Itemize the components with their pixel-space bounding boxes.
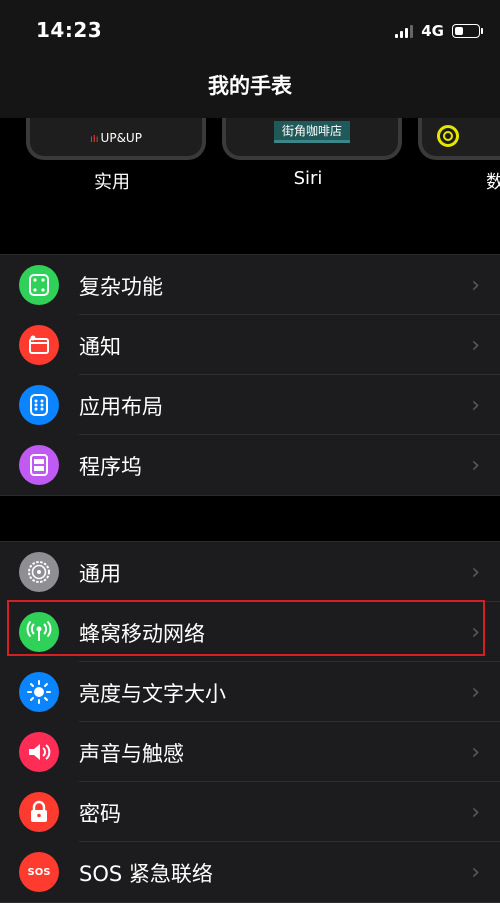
settings-row-sound[interactable]: 声音与触感 › xyxy=(0,722,500,782)
settings-group-watch: 复杂功能 › 通知 › 应用布局 › 程序坞 › xyxy=(0,254,500,496)
signal-icon xyxy=(395,24,414,38)
network-type: 4G xyxy=(421,22,444,40)
status-time: 14:23 xyxy=(36,18,103,42)
row-label: 亮度与文字大小 xyxy=(79,682,226,706)
sos-icon: SOS xyxy=(19,852,59,892)
cellular-icon xyxy=(19,612,59,652)
page-title: 我的手表 xyxy=(208,74,292,98)
chevron-right-icon: › xyxy=(471,393,480,418)
activity-ring-icon xyxy=(437,125,459,147)
row-label: 密码 xyxy=(79,802,121,826)
row-label: 通知 xyxy=(79,335,121,359)
settings-row-app-layout[interactable]: 应用布局 › xyxy=(0,375,500,435)
face-content: 街角咖啡店 xyxy=(273,121,350,143)
row-label: 声音与触感 xyxy=(79,742,184,766)
gear-icon xyxy=(19,552,59,592)
watch-face-siri[interactable]: 街角咖啡店 xyxy=(222,118,402,160)
dock-icon xyxy=(19,445,59,485)
row-label: 复杂功能 xyxy=(79,275,163,299)
chevron-right-icon: › xyxy=(471,620,480,645)
chevron-right-icon: › xyxy=(471,453,480,478)
settings-row-sos[interactable]: SOS SOS 紧急联络 › xyxy=(0,842,500,902)
chevron-right-icon: › xyxy=(471,680,480,705)
lock-icon xyxy=(19,792,59,832)
row-label: 通用 xyxy=(79,562,121,586)
settings-row-dock[interactable]: 程序坞 › xyxy=(0,435,500,495)
watch-face-label: 数 xyxy=(486,172,500,193)
watch-face-label: Siri xyxy=(293,168,323,189)
watch-face-label: 实用 xyxy=(94,172,130,193)
activity-bars-icon: ıIı xyxy=(90,134,99,145)
settings-row-passcode[interactable]: 密码 › xyxy=(0,782,500,842)
status-bar: 14:23 4G xyxy=(0,0,500,62)
sound-icon xyxy=(19,732,59,772)
chevron-right-icon: › xyxy=(471,740,480,765)
settings-row-complications[interactable]: 复杂功能 › xyxy=(0,255,500,315)
status-indicators: 4G xyxy=(395,22,483,40)
app-layout-icon xyxy=(19,385,59,425)
settings-row-general[interactable]: 通用 › xyxy=(0,542,500,602)
settings-row-cellular[interactable]: 蜂窝移动网络 › xyxy=(0,602,500,662)
brightness-icon xyxy=(19,672,59,712)
complications-icon xyxy=(19,265,59,305)
chevron-right-icon: › xyxy=(471,333,480,358)
watch-face-utility[interactable]: ıIı UP&UP xyxy=(26,118,206,160)
row-label: 蜂窝移动网络 xyxy=(79,622,205,646)
chevron-right-icon: › xyxy=(471,273,480,298)
notifications-icon xyxy=(19,325,59,365)
battery-icon xyxy=(452,24,483,38)
watch-face-gallery[interactable]: ıIı UP&UP 实用 街角咖啡店 Siri 数 xyxy=(0,118,500,208)
watch-face-third[interactable] xyxy=(418,118,500,160)
chevron-right-icon: › xyxy=(471,560,480,585)
row-label: SOS 紧急联络 xyxy=(79,862,213,886)
settings-row-notifications[interactable]: 通知 › xyxy=(0,315,500,375)
chevron-right-icon: › xyxy=(471,860,480,885)
settings-row-brightness[interactable]: 亮度与文字大小 › xyxy=(0,662,500,722)
chevron-right-icon: › xyxy=(471,800,480,825)
face-content: UP&UP xyxy=(100,131,142,145)
row-label: 程序坞 xyxy=(79,455,142,479)
row-label: 应用布局 xyxy=(79,395,163,419)
settings-group-system: 通用 › 蜂窝移动网络 › 亮度与文字大小 › 声音与触感 › 密码 › SOS… xyxy=(0,541,500,903)
